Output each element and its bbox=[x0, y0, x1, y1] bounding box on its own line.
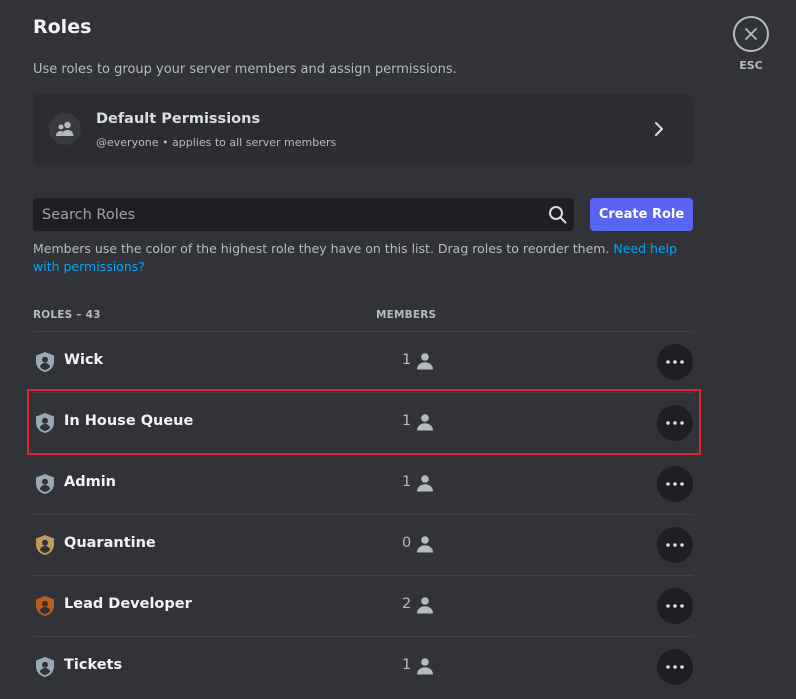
close-button[interactable] bbox=[733, 16, 769, 52]
role-name: Quarantine bbox=[64, 535, 156, 551]
role-more-options-button[interactable] bbox=[657, 466, 693, 502]
more-dots-icon bbox=[666, 421, 684, 425]
more-dots-icon bbox=[666, 482, 684, 486]
role-row[interactable]: Lead Developer 2 bbox=[33, 575, 693, 636]
role-member-count: 0 bbox=[402, 535, 412, 551]
search-icon[interactable] bbox=[548, 205, 567, 228]
roles-list: Wick 1 In House Queue 1 Admin 1 Quaranti… bbox=[33, 331, 693, 697]
more-dots-icon bbox=[666, 604, 684, 608]
role-member-count: 1 bbox=[402, 657, 412, 673]
role-more-options-button[interactable] bbox=[657, 588, 693, 624]
role-name: Admin bbox=[64, 474, 117, 490]
close-settings: ESC bbox=[733, 16, 769, 72]
role-more-options-button[interactable] bbox=[657, 527, 693, 563]
role-name: Lead Developer bbox=[64, 596, 192, 612]
member-icon bbox=[416, 474, 434, 496]
member-icon bbox=[416, 352, 434, 374]
default-permissions-card[interactable]: Default Permissions @everyone • applies … bbox=[33, 94, 693, 165]
roles-column-header: ROLES – 43 bbox=[33, 309, 101, 321]
role-more-options-button[interactable] bbox=[657, 405, 693, 441]
role-name: Tickets bbox=[64, 657, 123, 673]
role-member-count: 1 bbox=[402, 474, 412, 490]
role-shield-icon bbox=[35, 351, 55, 377]
role-more-options-button[interactable] bbox=[657, 649, 693, 685]
role-shield-icon bbox=[35, 656, 55, 682]
chevron-right-icon bbox=[653, 120, 665, 142]
page-title: Roles bbox=[33, 16, 92, 38]
default-permissions-description: @everyone • applies to all server member… bbox=[96, 136, 337, 149]
member-icon bbox=[416, 657, 434, 679]
member-icon bbox=[416, 596, 434, 618]
member-icon bbox=[416, 413, 434, 435]
help-description: Members use the color of the highest rol… bbox=[33, 241, 610, 256]
role-name: Wick bbox=[64, 352, 104, 368]
search-roles-box bbox=[33, 198, 574, 231]
more-dots-icon bbox=[666, 360, 684, 364]
esc-label: ESC bbox=[739, 59, 763, 72]
role-more-options-button[interactable] bbox=[657, 344, 693, 380]
more-dots-icon bbox=[666, 665, 684, 669]
role-row[interactable]: Quarantine 0 bbox=[33, 514, 693, 575]
people-icon bbox=[49, 113, 81, 145]
role-name: In House Queue bbox=[64, 413, 194, 429]
role-member-count: 2 bbox=[402, 596, 412, 612]
search-roles-input[interactable] bbox=[33, 198, 533, 231]
role-row[interactable]: Admin 1 bbox=[33, 453, 693, 514]
role-shield-icon bbox=[35, 412, 55, 438]
help-text: Members use the color of the highest rol… bbox=[33, 240, 693, 276]
role-row[interactable]: Wick 1 bbox=[33, 331, 693, 392]
page-subtitle: Use roles to group your server members a… bbox=[33, 62, 457, 77]
more-dots-icon bbox=[666, 543, 684, 547]
role-shield-icon bbox=[35, 534, 55, 560]
role-row[interactable]: Tickets 1 bbox=[33, 636, 693, 697]
close-icon bbox=[745, 28, 757, 40]
role-shield-icon bbox=[35, 595, 55, 621]
role-member-count: 1 bbox=[402, 413, 412, 429]
role-row[interactable]: In House Queue 1 bbox=[33, 392, 693, 453]
default-permissions-title: Default Permissions bbox=[96, 111, 261, 127]
role-member-count: 1 bbox=[402, 352, 412, 368]
members-column-header: MEMBERS bbox=[376, 309, 437, 321]
member-icon bbox=[416, 535, 434, 557]
role-shield-icon bbox=[35, 473, 55, 499]
create-role-button[interactable]: Create Role bbox=[590, 198, 693, 231]
